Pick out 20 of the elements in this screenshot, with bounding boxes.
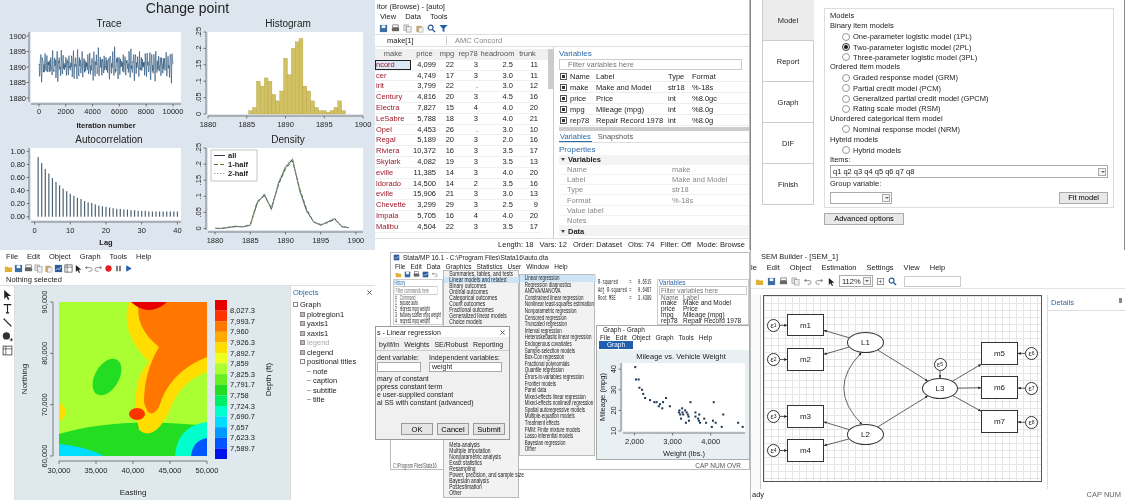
latent-variable-ellipse[interactable]: L1 bbox=[847, 332, 884, 353]
panel-title: Properties bbox=[559, 144, 597, 155]
chart-title: Density bbox=[270, 134, 305, 145]
chart-title: Trace bbox=[95, 18, 122, 29]
observed-variable-box[interactable]: m4 bbox=[787, 439, 824, 462]
panel-title: Variables bbox=[559, 48, 593, 59]
observed-variable-box[interactable]: m2 bbox=[787, 348, 824, 371]
axis-label: Depth (ft) bbox=[264, 362, 273, 397]
graph-title: Change point bbox=[145, 0, 230, 17]
observed-variable-box[interactable]: m1 bbox=[787, 314, 824, 336]
axis-label: Northing bbox=[20, 363, 29, 395]
observed-variable-box[interactable]: m5 bbox=[981, 342, 1018, 365]
observed-variable-box[interactable]: m7 bbox=[981, 410, 1018, 433]
observed-variable-box[interactable]: m6 bbox=[981, 376, 1018, 399]
latent-variable-ellipse[interactable]: L3 bbox=[922, 378, 958, 399]
observed-variable-box[interactable]: m3 bbox=[787, 405, 824, 428]
chart-title: Autocorrelation bbox=[74, 134, 143, 145]
latent-variable-ellipse[interactable]: L2 bbox=[847, 424, 884, 445]
chart-title: Histogram bbox=[264, 18, 311, 29]
axis-label: Easting bbox=[119, 488, 147, 497]
